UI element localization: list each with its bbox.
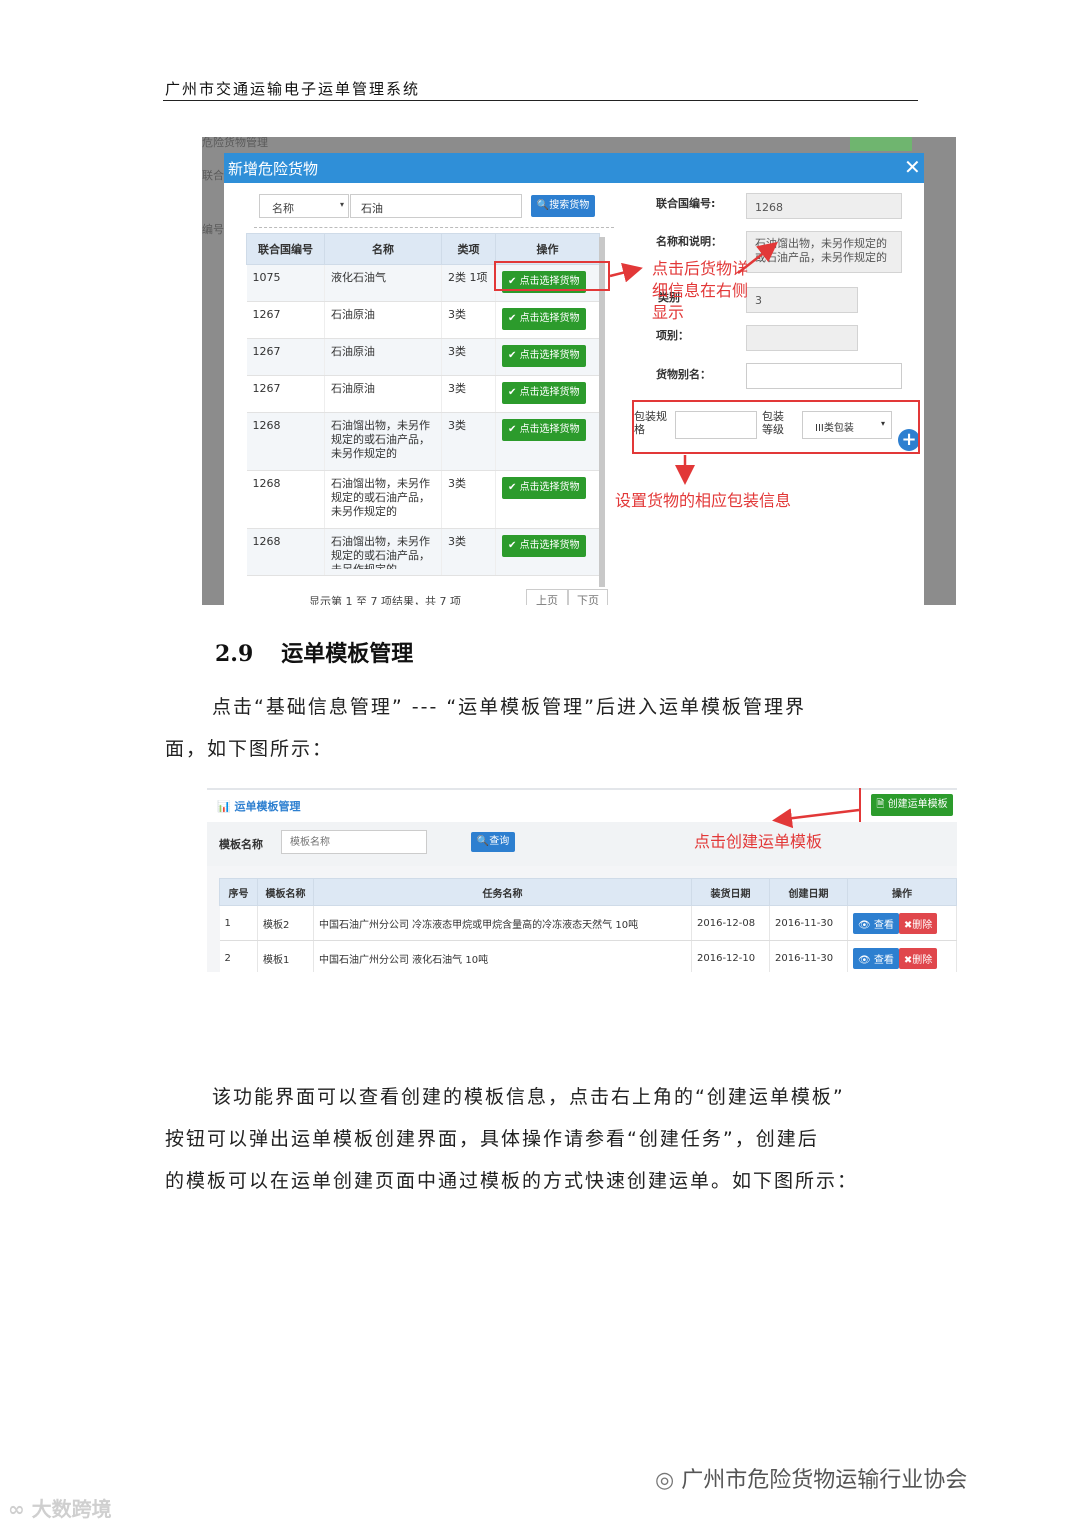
cell-action: 👁 查看 ✖删除: [847, 940, 957, 972]
cell-create-date: 2016-11-30: [769, 940, 848, 972]
cell-create-date: 2016-11-30: [769, 905, 848, 941]
paragraph-line: 该功能界面可以查看创建的模板信息，点击右上角的“创建运单模板”: [212, 1086, 845, 1108]
annotation-package-text: 设置货物的相应包装信息: [615, 491, 792, 510]
view-button-label: 查看: [873, 919, 894, 931]
col-header-load-date: 装货日期: [691, 878, 770, 906]
delete-button-label: 删除: [912, 954, 933, 966]
template-table: 序号 模板名称 任务名称 装货日期 创建日期 操作 1 模板2 中国石油广州分公…: [219, 878, 957, 972]
col-header-task-name: 任务名称: [313, 878, 692, 906]
cell-task-name: 中国石油广州分公司 液化石油气 10吨: [313, 940, 692, 972]
delete-button[interactable]: ✖删除: [898, 947, 938, 969]
cell-task-name: 中国石油广州分公司 冷冻液态甲烷或甲烷含量高的冷冻液态天然气 10吨: [313, 905, 692, 941]
watermark-left: ∞ 大数跨境: [8, 1493, 112, 1522]
header-rule: [163, 100, 918, 101]
annotation-detail-text: 点击后货物详细信息在右侧显示: [652, 259, 749, 322]
col-header-action: 操作: [847, 878, 957, 906]
view-button[interactable]: 👁 查看: [853, 947, 899, 969]
cell-load-date: 2016-12-10: [691, 940, 770, 972]
table-row: 1 模板2 中国石油广州分公司 冷冻液态甲烷或甲烷含量高的冷冻液态天然气 10吨…: [219, 905, 957, 941]
paragraph-line: 面，如下图所示：: [165, 738, 334, 760]
section-number: 2.9: [215, 641, 254, 667]
eye-icon: 👁: [858, 919, 871, 931]
figure-add-dangerous-goods: 危险货物管理 联合 编号 新增危险货物 ✕ 名称 ▾ 石油 🔍搜索货物 联合国编…: [202, 137, 956, 605]
watermark-right: ◎ 广州市危险货物运输行业协会: [655, 1462, 967, 1494]
cell-action: 👁 查看 ✖删除: [847, 905, 957, 941]
watermark-left-text: 大数跨境: [31, 1497, 112, 1521]
paragraph-line: 点击“基础信息管理” --- “运单模板管理”后进入运单模板管理界: [212, 696, 807, 718]
section-title: 运单模板管理: [281, 642, 414, 667]
document-header-title: 广州市交通运输电子运单管理系统: [165, 80, 421, 98]
col-header-template-name: 模板名称: [257, 878, 314, 906]
annotation-arrows: [609, 241, 778, 485]
logo-icon: ∞: [8, 1497, 25, 1521]
figure-template-management: 📊 运单模板管理 🗎 创建运单模板 模板名称 🔍查询 点击创建运单模板 序号 模…: [207, 788, 957, 972]
table-row: 2 模板1 中国石油广州分公司 液化石油气 10吨 2016-12-10 201…: [219, 940, 957, 972]
col-header-create-date: 创建日期: [769, 878, 848, 906]
col-header-no: 序号: [219, 878, 258, 906]
paragraph-line: 按钮可以弹出运单模板创建界面，具体操作请参看“创建任务”，创建后: [165, 1128, 819, 1150]
cell-no: 1: [219, 905, 258, 941]
cell-template-name: 模板1: [257, 940, 314, 972]
view-button[interactable]: 👁 查看: [853, 912, 899, 934]
watermark-right-text: 广州市危险货物运输行业协会: [681, 1468, 968, 1493]
delete-button-label: 删除: [912, 919, 933, 931]
view-button-label: 查看: [873, 954, 894, 966]
wechat-icon: ◎: [655, 1468, 675, 1493]
section-heading: 2.9 运单模板管理: [215, 636, 413, 668]
cell-template-name: 模板2: [257, 905, 314, 941]
eye-icon: 👁: [858, 954, 871, 966]
arrow-to-create: [772, 808, 860, 829]
cell-load-date: 2016-12-08: [691, 905, 770, 941]
cell-no: 2: [219, 940, 258, 972]
delete-button[interactable]: ✖删除: [898, 912, 938, 934]
paragraph-line: 的模板可以在运单创建页面中通过模板的方式快速创建运单。如下图所示：: [165, 1170, 859, 1192]
arrow-to-select: [609, 262, 643, 283]
